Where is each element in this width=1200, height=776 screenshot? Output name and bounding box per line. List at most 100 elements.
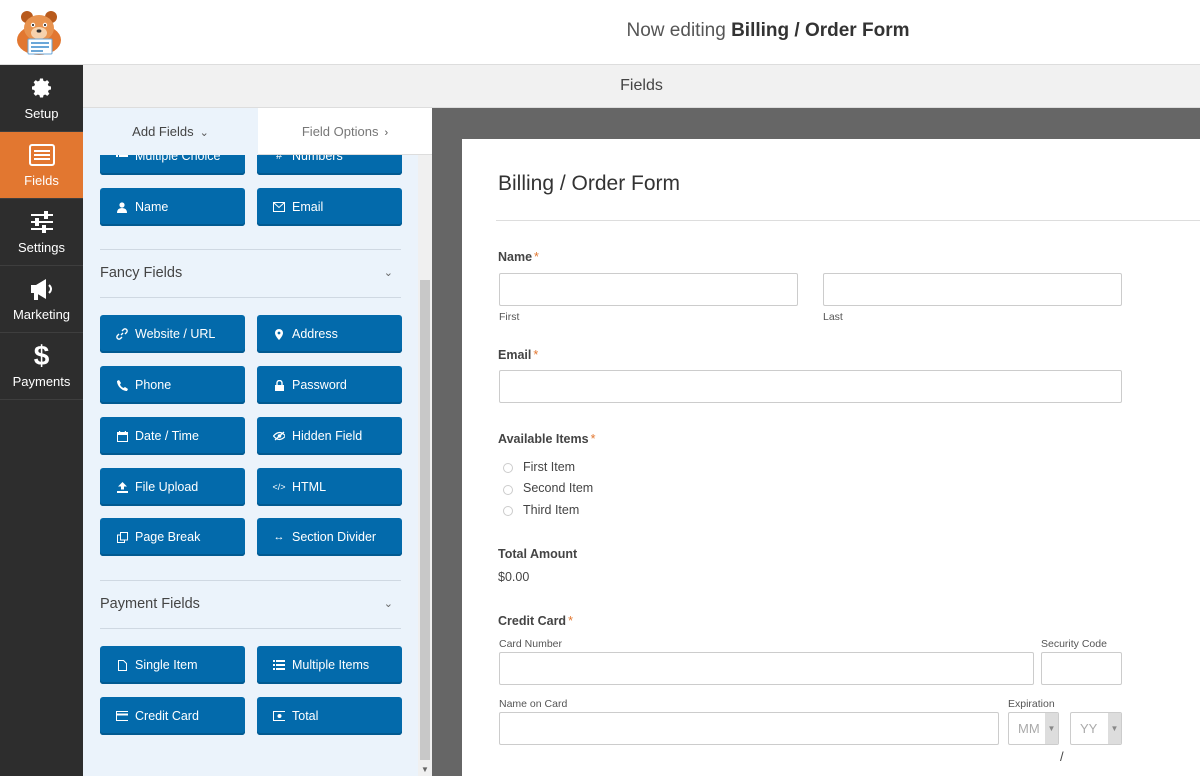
panel-scrollbar[interactable]: ▼	[418, 155, 432, 776]
credit-card-label[interactable]: Credit Card *	[498, 614, 573, 628]
envelope-icon	[273, 201, 285, 213]
name-on-card-sublabel: Name on Card	[499, 698, 568, 710]
field-button-label: File Upload	[135, 480, 199, 494]
form-preview-area: Billing / Order Form Name * First Last Em…	[432, 108, 1200, 776]
nav-payments-label: Payments	[12, 374, 71, 389]
field-button-total[interactable]: Total	[257, 697, 402, 735]
lock-icon	[273, 379, 285, 391]
field-button-label: Website / URL	[135, 327, 216, 341]
megaphone-icon	[0, 275, 83, 303]
name-field-label[interactable]: Name *	[498, 250, 539, 264]
total-amount-value: $0.00	[498, 570, 530, 584]
nav-marketing[interactable]: Marketing	[0, 266, 83, 333]
total-amount-label[interactable]: Total Amount	[498, 547, 577, 561]
nav-fields[interactable]: Fields	[0, 132, 83, 199]
tab-add-fields[interactable]: Add Fields ⌄	[83, 108, 258, 155]
email-field-label[interactable]: Email *	[498, 348, 538, 362]
add-fields-panel: Add Fields ⌄ Field Options › Multiple Choi…	[83, 108, 432, 776]
field-button-date-time[interactable]: Date / Time	[100, 417, 245, 455]
fancy-fields-section-header[interactable]: Fancy Fields ⌄	[100, 249, 401, 298]
first-name-input[interactable]	[499, 273, 798, 306]
form-preview: Billing / Order Form Name * First Last Em…	[462, 139, 1200, 776]
dollar-icon: $	[33, 340, 50, 371]
nav-marketing-label: Marketing	[12, 307, 71, 322]
wpforms-logo	[10, 8, 68, 56]
field-button-phone[interactable]: Phone	[100, 366, 245, 404]
field-button-multiple-items[interactable]: Multiple Items	[257, 646, 402, 684]
nav-setup[interactable]: Setup	[0, 65, 83, 132]
chevron-right-icon: ›	[384, 127, 389, 139]
field-button-label: Address	[292, 327, 338, 341]
field-button-hidden-field[interactable]: Hidden Field	[257, 417, 402, 455]
first-name-sublabel: First	[499, 311, 520, 323]
nav-settings-label: Settings	[18, 240, 65, 255]
nav-fields-label: Fields	[24, 173, 59, 188]
required-asterisk: *	[568, 614, 573, 628]
field-button-password[interactable]: Password	[257, 366, 402, 404]
tab-add-fields-label: Add Fields	[132, 124, 194, 139]
link-icon	[116, 328, 128, 340]
nav-payments[interactable]: $ Payments	[0, 333, 83, 400]
tab-field-options-label: Field Options	[301, 124, 379, 139]
field-button-label: Hidden Field	[292, 429, 363, 443]
list-icon	[273, 659, 285, 671]
form-title: Billing / Order Form	[498, 172, 681, 195]
radio-first-item[interactable]	[503, 463, 513, 473]
field-button-label: Total	[292, 709, 319, 723]
month-placeholder: MM	[1018, 721, 1040, 736]
field-button-label: Name	[135, 200, 169, 214]
radio-second-item[interactable]	[503, 485, 513, 495]
field-button-credit-card[interactable]: Credit Card	[100, 697, 245, 735]
upload-icon	[116, 481, 128, 493]
name-on-card-input[interactable]	[499, 712, 999, 745]
scrollbar-thumb[interactable]	[420, 280, 430, 760]
card-number-input[interactable]	[499, 652, 1034, 685]
eye-slash-icon	[273, 430, 285, 442]
field-button-address[interactable]: Address	[257, 315, 402, 353]
card-number-sublabel: Card Number	[499, 638, 563, 650]
email-label-text: Email	[498, 348, 532, 362]
field-button-label: Date / Time	[135, 429, 199, 443]
field-button-website-url[interactable]: Website / URL	[100, 315, 245, 353]
scroll-down-arrow-icon[interactable]: ▼	[421, 765, 429, 774]
field-button-html[interactable]: </> HTML	[257, 468, 402, 506]
list-icon	[0, 141, 83, 169]
required-asterisk: *	[534, 250, 539, 264]
chevron-down-icon: ⌄	[199, 127, 209, 139]
field-button-email[interactable]: Email	[257, 188, 402, 226]
field-button-single-item[interactable]: Single Item	[100, 646, 245, 684]
field-button-page-break[interactable]: Page Break	[100, 518, 245, 556]
field-button-section-divider[interactable]: ↔ Section Divider	[257, 518, 402, 556]
email-input[interactable]	[499, 370, 1122, 403]
tab-field-options[interactable]: Field Options ›	[258, 108, 432, 155]
chevron-down-icon: ⌄	[383, 267, 393, 279]
field-button-file-upload[interactable]: File Upload	[100, 468, 245, 506]
field-button-label: HTML	[292, 480, 327, 494]
expiration-year-select[interactable]: YY ▼	[1070, 712, 1122, 745]
last-name-input[interactable]	[823, 273, 1122, 306]
code-icon: </>	[272, 482, 286, 492]
arrows-horizontal-icon: ↔	[273, 531, 285, 543]
field-button-label: Single Item	[135, 658, 198, 672]
field-button-name[interactable]: Name	[100, 188, 245, 226]
security-code-input[interactable]	[1041, 652, 1122, 685]
available-items-label-text: Available Items	[498, 432, 589, 446]
available-items-label[interactable]: Available Items *	[498, 432, 595, 446]
radio-third-item[interactable]	[503, 506, 513, 516]
nav-settings[interactable]: Settings	[0, 199, 83, 266]
credit-card-icon	[116, 710, 128, 722]
radio-label-third-item: Third Item	[523, 503, 580, 517]
last-name-sublabel: Last	[823, 311, 843, 323]
phone-icon	[116, 379, 128, 391]
editing-title: Now editing Billing / Order Form	[336, 20, 1200, 42]
payment-fields-section-header[interactable]: Payment Fields ⌄	[100, 580, 401, 629]
expiration-separator: /	[1060, 749, 1064, 764]
editing-prefix: Now editing	[626, 20, 726, 41]
map-marker-icon	[273, 328, 285, 340]
editing-form-name: Billing / Order Form	[731, 20, 910, 41]
field-button-label: Page Break	[135, 530, 201, 544]
calendar-icon	[116, 430, 128, 442]
expiration-sublabel: Expiration	[1008, 698, 1055, 710]
expiration-month-select[interactable]: MM ▼	[1008, 712, 1059, 745]
security-code-sublabel: Security Code	[1041, 638, 1107, 650]
